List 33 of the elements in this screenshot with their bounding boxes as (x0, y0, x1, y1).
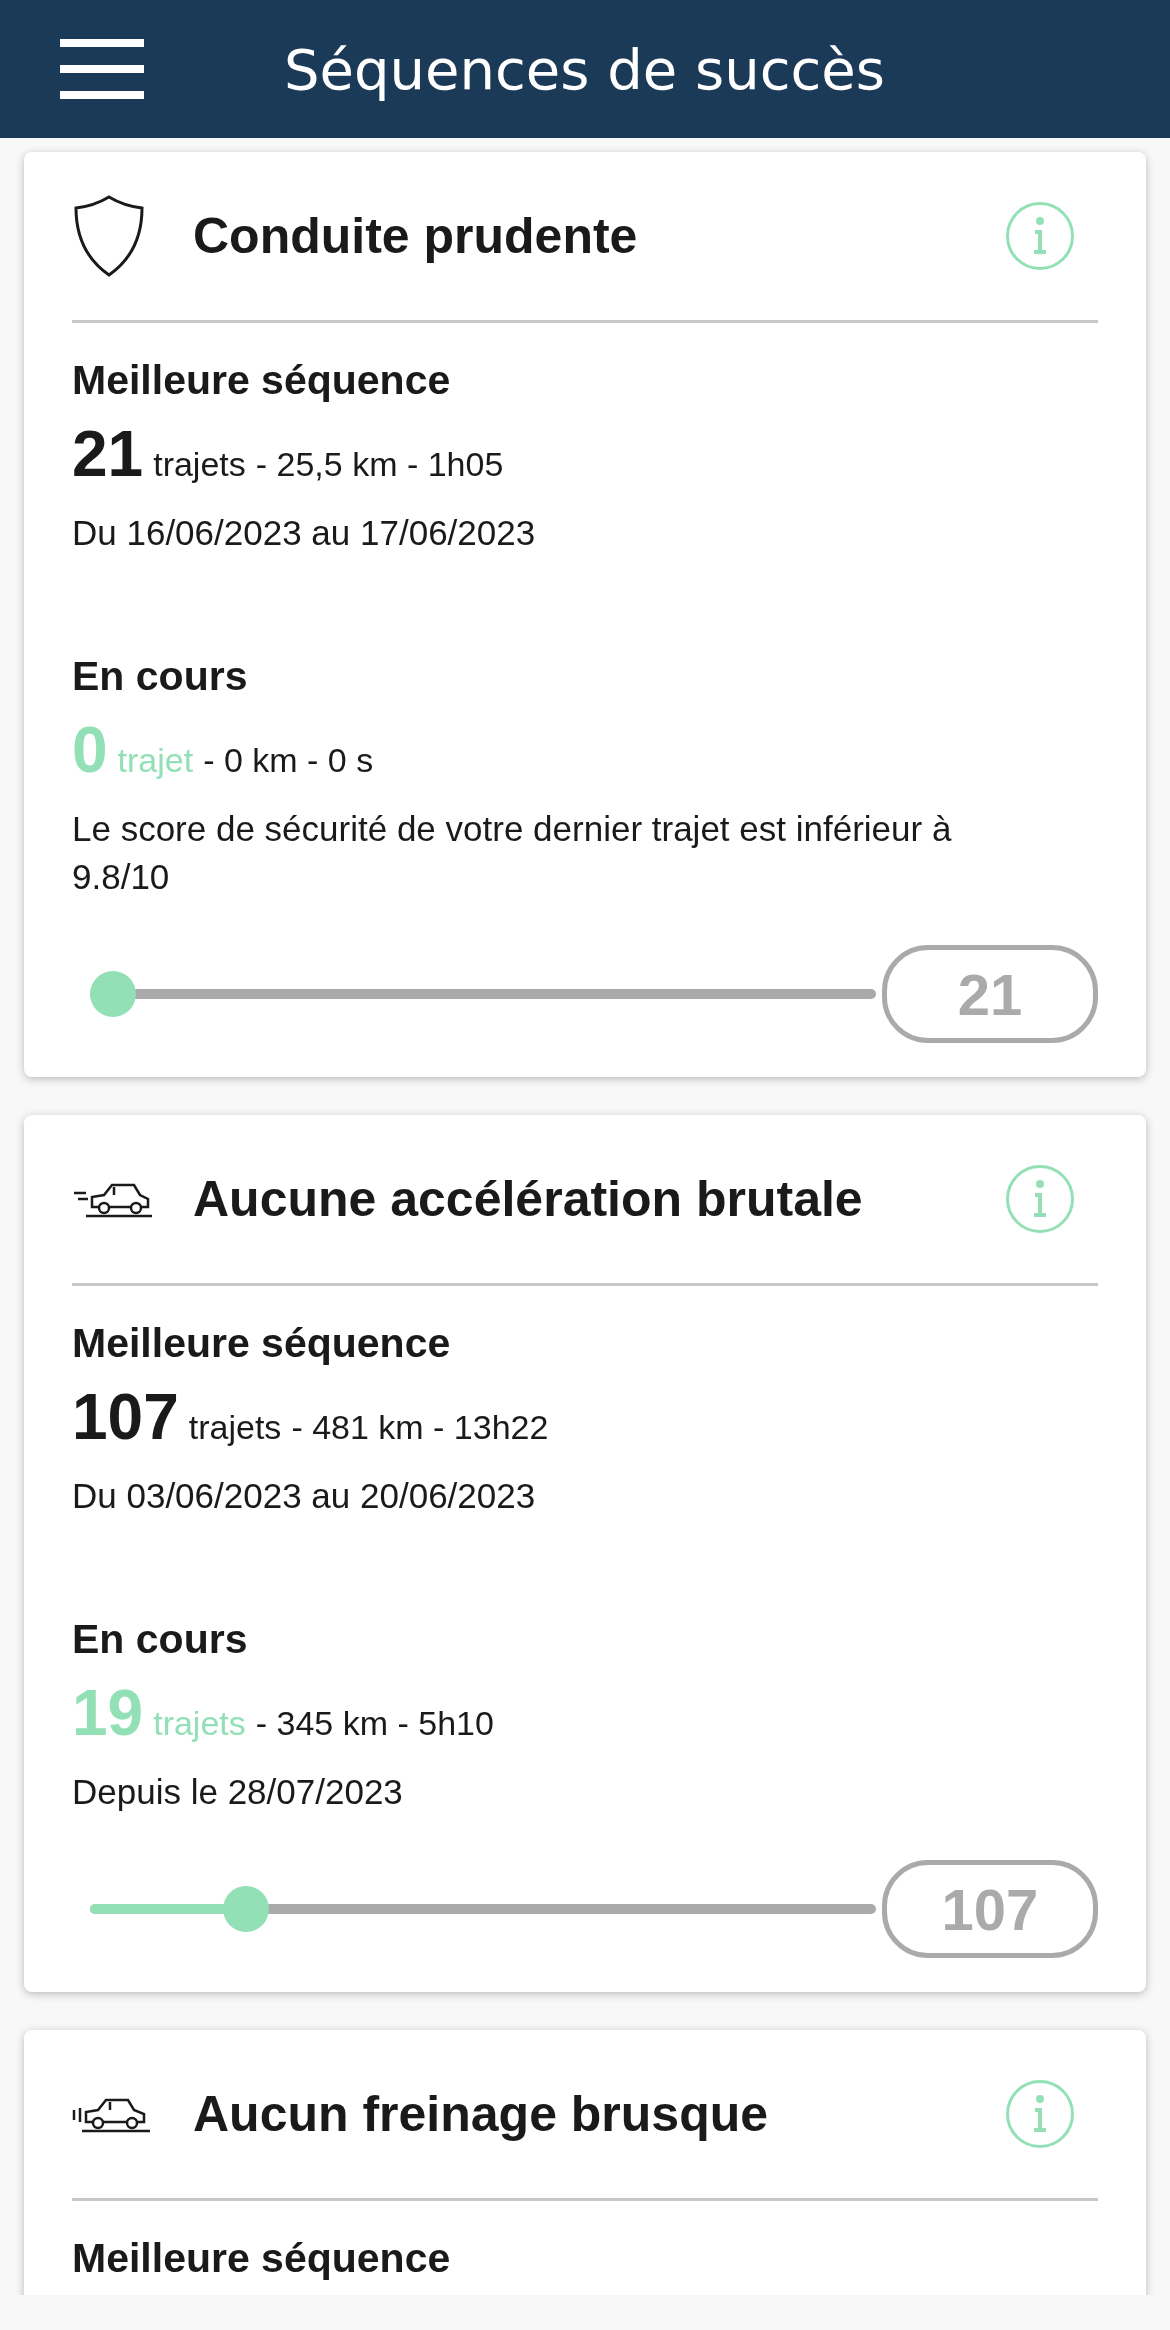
trip-details: - 0 km - 0 s (203, 741, 374, 780)
target-count: 21 (882, 945, 1098, 1043)
trip-details: - 345 km - 5h10 (255, 1704, 494, 1743)
info-icon (1033, 217, 1047, 255)
streak-note: Depuis le 28/07/2023 (72, 1771, 404, 1813)
trip-unit: trajets (153, 445, 246, 484)
streak-note: Le score de sécurité de votre dernier trajet est inférieur à 9.8/10 (72, 808, 953, 898)
card-title: Aucun freinage brusque (193, 2085, 770, 2143)
section-label: En cours (72, 652, 249, 701)
card-title: Conduite prudente (193, 207, 639, 265)
trip-count: 107 (72, 1380, 179, 1454)
page-title: Séquences de succès (284, 36, 885, 102)
trip-details: - 481 km - 13h22 (291, 1408, 549, 1447)
section-label: Meilleure séquence (72, 2234, 452, 2283)
trip-count: 21 (72, 417, 144, 491)
date-range: Du 03/06/2023 au 20/06/2023 (72, 1475, 537, 1517)
progress-thumb[interactable] (90, 971, 136, 1017)
target-count: 107 (882, 1860, 1098, 1958)
trip-unit: trajet (117, 741, 194, 780)
trip-count: 19 (72, 1676, 144, 1750)
trip-count: 0 (72, 713, 108, 787)
trip-unit: trajets (188, 1408, 282, 1447)
section-label: Meilleure séquence (72, 1319, 452, 1368)
section-label: En cours (72, 1615, 249, 1664)
info-icon (1033, 1180, 1047, 1218)
card-title: Aucune accélération brutale (193, 1170, 864, 1228)
shield-icon (72, 194, 146, 278)
menu-button[interactable] (60, 39, 144, 99)
trip-unit: trajets (153, 1704, 246, 1743)
section-label: Meilleure séquence (72, 356, 452, 405)
info-icon (1033, 2095, 1047, 2133)
date-range: Du 16/06/2023 au 17/06/2023 (72, 512, 537, 554)
trip-details: - 25,5 km - 1h05 (255, 445, 504, 484)
